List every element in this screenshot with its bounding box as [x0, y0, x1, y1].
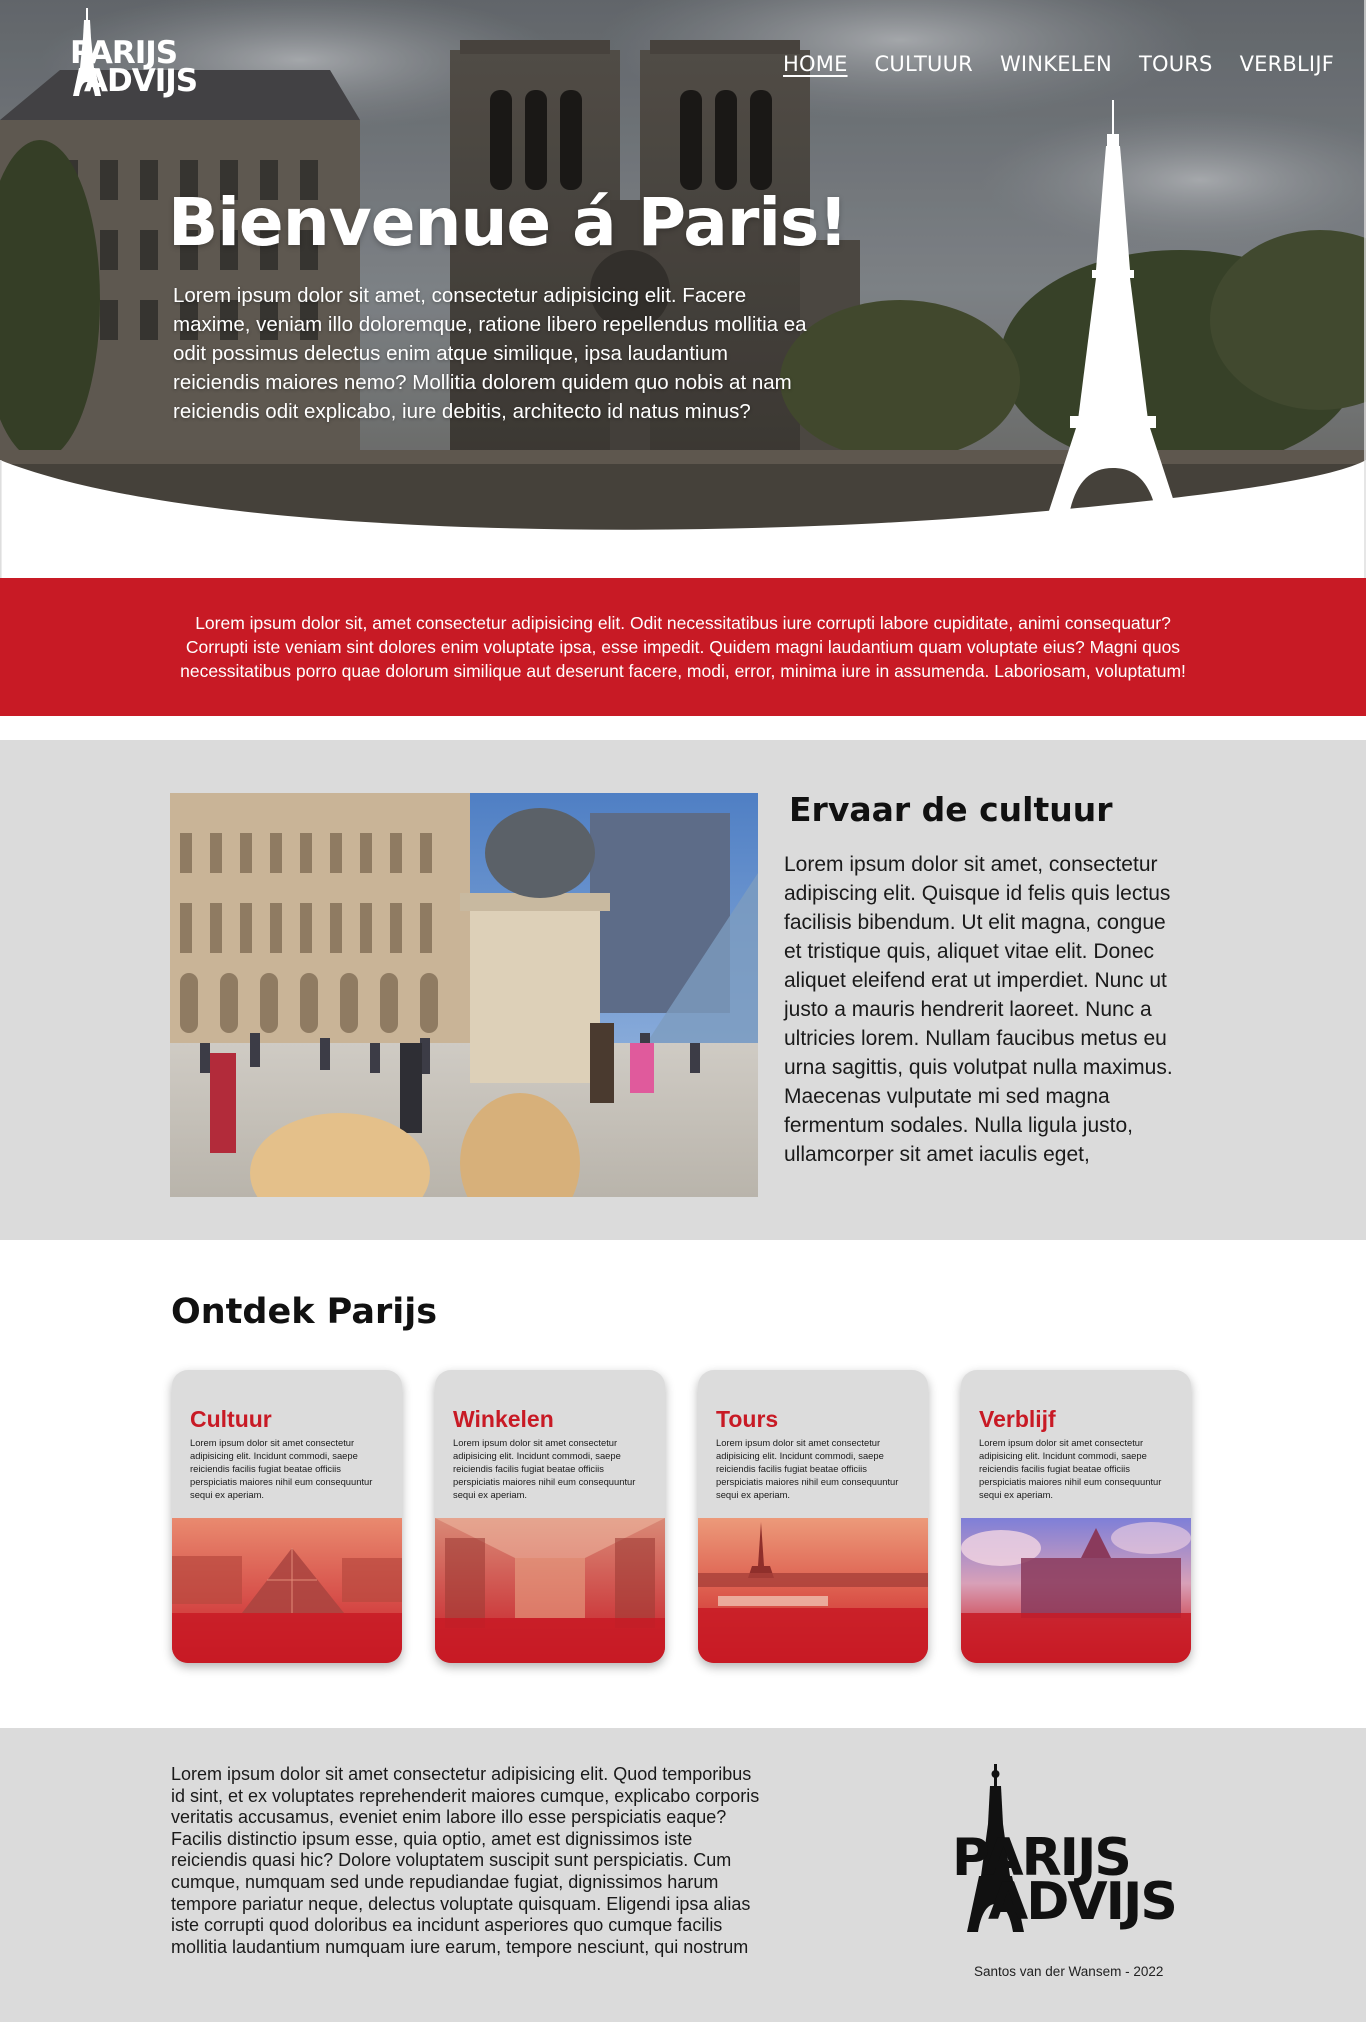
- card-text: Lorem ipsum dolor sit amet consectetur a…: [453, 1437, 636, 1500]
- footer-logo[interactable]: PARIJS ADVIJS: [950, 1764, 1200, 1934]
- footer-text: Lorem ipsum dolor sit amet consectetur a…: [171, 1764, 760, 1957]
- hero-title: Bienvenue á Paris!: [168, 184, 848, 261]
- hero-intro-text: Lorem ipsum dolor sit amet, consectetur …: [173, 284, 807, 423]
- nav-link-verblijf[interactable]: VERBLIJF: [1240, 52, 1334, 76]
- discover-title: Ontdek Parijs: [171, 1292, 438, 1332]
- site-logo[interactable]: PARIJS ADVIJS: [66, 8, 206, 99]
- nav-link-winkelen[interactable]: WINKELEN: [1000, 52, 1112, 76]
- card-title: Cultuur: [190, 1406, 272, 1432]
- footer-credit: Santos van der Wansem - 2022: [974, 1964, 1164, 1979]
- culture-title: Ervaar de cultuur: [789, 790, 1113, 829]
- card-winkelen[interactable]: Winkelen Lorem ipsum dolor sit amet cons…: [435, 1370, 665, 1663]
- card-title: Winkelen: [453, 1406, 554, 1432]
- nav-link-tours[interactable]: TOURS: [1139, 52, 1213, 76]
- card-text: Lorem ipsum dolor sit amet consectetur a…: [979, 1437, 1162, 1500]
- footer-logo-line-2: ADVIJS: [988, 1872, 1178, 1932]
- intro-band: Lorem ipsum dolor sit, amet consectetur …: [0, 578, 1366, 716]
- card-title: Tours: [716, 1406, 779, 1432]
- card-text: Lorem ipsum dolor sit amet consectetur a…: [190, 1437, 373, 1500]
- card-cultuur[interactable]: Cultuur Lorem ipsum dolor sit amet conse…: [172, 1370, 402, 1663]
- nav-link-home[interactable]: HOME: [783, 52, 848, 76]
- main-nav: HOME CULTUUR WINKELEN TOURS VERBLIJF: [783, 52, 1334, 76]
- card-title: Verblijf: [979, 1406, 1056, 1432]
- intro-band-text: Lorem ipsum dolor sit, amet consectetur …: [180, 613, 1186, 681]
- hotel-de-ville-image: [961, 1518, 1191, 1663]
- louvre-photo: [170, 793, 758, 1197]
- eiffel-tower-icon: [1046, 100, 1180, 520]
- shopping-gallery-image: [435, 1518, 665, 1663]
- card-text: Lorem ipsum dolor sit amet consectetur a…: [716, 1437, 899, 1500]
- louvre-pyramid-image: [172, 1518, 402, 1663]
- seine-eiffel-image: [698, 1518, 928, 1663]
- card-tours[interactable]: Tours Lorem ipsum dolor sit amet consect…: [698, 1370, 928, 1663]
- card-verblijf[interactable]: Verblijf Lorem ipsum dolor sit amet cons…: [961, 1370, 1191, 1663]
- discover-cards: Cultuur Lorem ipsum dolor sit amet conse…: [172, 1370, 1191, 1663]
- logo-line-2: ADVIJS: [84, 63, 198, 99]
- culture-text: Lorem ipsum dolor sit amet, consectetur …: [784, 853, 1173, 1166]
- site-footer: Lorem ipsum dolor sit amet consectetur a…: [0, 1728, 1366, 2022]
- culture-section: Ervaar de cultuur Lorem ipsum dolor sit …: [0, 740, 1366, 1240]
- nav-link-cultuur[interactable]: CULTUUR: [875, 52, 973, 76]
- hero-section: PARIJS ADVIJS HOME CULTUUR WINKELEN TOUR…: [0, 0, 1366, 578]
